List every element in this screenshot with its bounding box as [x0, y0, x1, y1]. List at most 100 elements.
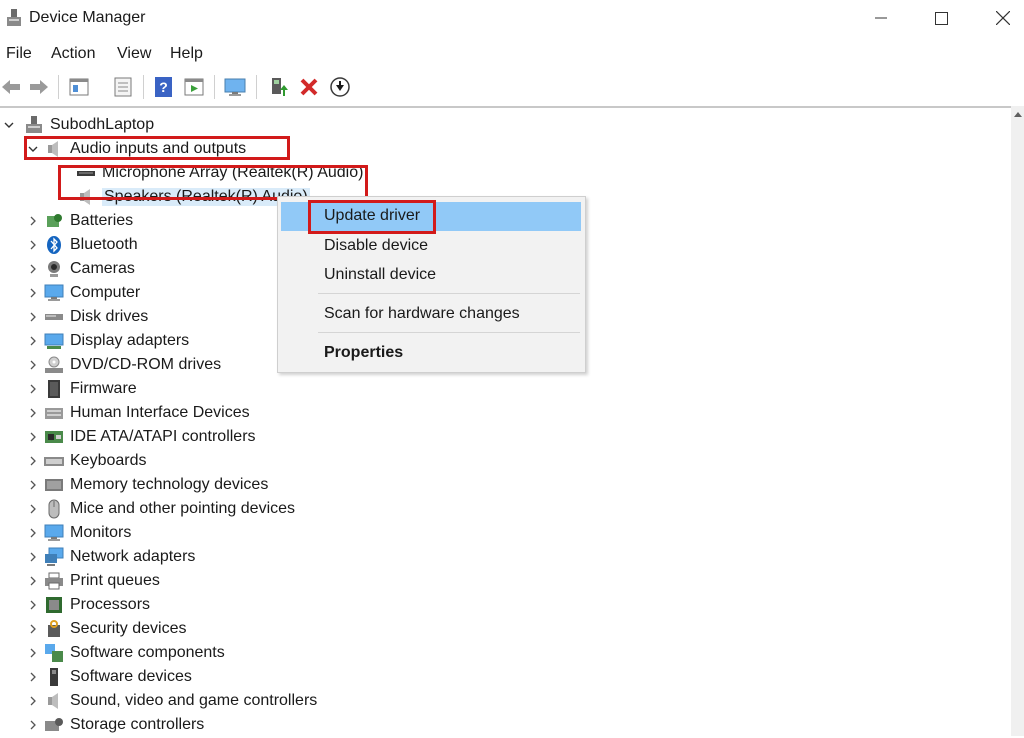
menu-file[interactable]: File	[6, 45, 32, 63]
menu-help[interactable]: Help	[170, 45, 203, 63]
tree-item-cameras[interactable]: Cameras	[26, 257, 135, 281]
tree-item-software-components[interactable]: Software components	[26, 641, 225, 665]
tree-item-human-interface-devices[interactable]: Human Interface Devices	[26, 401, 250, 425]
category-label: Human Interface Devices	[70, 404, 250, 421]
tree-item-bluetooth[interactable]: Bluetooth	[26, 233, 138, 257]
tree-item-monitors[interactable]: Monitors	[26, 521, 131, 545]
display-adapter-icon	[44, 333, 64, 349]
category-label: Bluetooth	[70, 236, 138, 253]
dvd-drive-icon	[45, 356, 63, 373]
toolbar: ?	[0, 70, 1024, 104]
close-button[interactable]	[972, 0, 1024, 36]
toolbar-separator	[143, 75, 144, 99]
chevron-right-icon[interactable]	[26, 233, 40, 257]
tree-item-security-devices[interactable]: Security devices	[26, 617, 187, 641]
chevron-right-icon[interactable]	[26, 593, 40, 617]
update-driver-icon[interactable]	[268, 76, 290, 98]
menu-item-properties[interactable]: Properties	[278, 339, 583, 368]
chevron-right-icon[interactable]	[26, 665, 40, 689]
speaker-icon	[48, 693, 58, 709]
category-label: Storage controllers	[70, 716, 205, 733]
tree-item-ide-ata-atapi-controllers[interactable]: IDE ATA/ATAPI controllers	[26, 425, 256, 449]
camera-icon	[48, 261, 60, 277]
show-hide-tree-icon[interactable]	[112, 76, 134, 98]
menu-action[interactable]: Action	[51, 45, 95, 63]
toolbar-separator	[256, 75, 257, 99]
menu-view[interactable]: View	[117, 45, 151, 63]
software-component-icon	[45, 644, 63, 662]
chevron-right-icon[interactable]	[26, 209, 40, 233]
chevron-right-icon[interactable]	[26, 521, 40, 545]
menu-item-label: Disable device	[324, 237, 429, 254]
chevron-right-icon[interactable]	[26, 353, 40, 377]
tree-item-network-adapters[interactable]: Network adapters	[26, 545, 195, 569]
monitor-icon	[44, 524, 64, 541]
tree-item-dvd-cd-rom-drives[interactable]: DVD/CD-ROM drives	[26, 353, 221, 377]
mouse-icon	[48, 499, 60, 519]
properties-icon[interactable]	[68, 76, 90, 98]
annotation-box-update-driver	[308, 200, 436, 234]
tree-item-software-devices[interactable]: Software devices	[26, 665, 192, 689]
tree-root[interactable]: SubodhLaptop	[2, 113, 154, 137]
category-label: Software components	[70, 644, 225, 661]
chevron-right-icon[interactable]	[26, 689, 40, 713]
action-pane-icon[interactable]	[183, 76, 205, 98]
category-label: Mice and other pointing devices	[70, 500, 296, 517]
help-icon[interactable]: ?	[153, 76, 175, 98]
tree-item-disk-drives[interactable]: Disk drives	[26, 305, 148, 329]
chevron-right-icon[interactable]	[26, 497, 40, 521]
category-label: Keyboards	[70, 452, 147, 469]
chevron-right-icon[interactable]	[26, 305, 40, 329]
category-label: Computer	[70, 284, 141, 301]
tree-item-processors[interactable]: Processors	[26, 593, 150, 617]
chevron-right-icon[interactable]	[26, 473, 40, 497]
chevron-right-icon[interactable]	[26, 257, 40, 281]
category-label: IDE ATA/ATAPI controllers	[70, 428, 256, 445]
chevron-right-icon[interactable]	[26, 449, 40, 473]
vertical-scrollbar[interactable]	[1011, 106, 1024, 736]
tree-item-print-queues[interactable]: Print queues	[26, 569, 160, 593]
menu-item-label: Scan for hardware changes	[324, 305, 520, 322]
chevron-right-icon[interactable]	[26, 425, 40, 449]
chevron-right-icon[interactable]	[26, 401, 40, 425]
annotation-box-audio-category	[24, 136, 290, 160]
software-device-icon	[50, 668, 58, 686]
menu-item-label: Uninstall device	[324, 266, 437, 283]
tree-item-computer[interactable]: Computer	[26, 281, 140, 305]
chevron-right-icon[interactable]	[26, 281, 40, 305]
tree-item-mice-pointing-devices[interactable]: Mice and other pointing devices	[26, 497, 295, 521]
download-icon[interactable]	[329, 76, 351, 98]
battery-icon	[47, 214, 62, 227]
tree-item-batteries[interactable]: Batteries	[26, 209, 133, 233]
chevron-right-icon[interactable]	[26, 377, 40, 401]
menu-item-disable-device[interactable]: Disable device	[278, 232, 583, 261]
category-label: Memory technology devices	[70, 476, 269, 493]
chevron-right-icon[interactable]	[26, 545, 40, 569]
menu-item-scan-hardware[interactable]: Scan for hardware changes	[278, 300, 583, 329]
monitor-icon	[44, 284, 64, 301]
tree-item-firmware[interactable]: Firmware	[26, 377, 137, 401]
chevron-right-icon[interactable]	[26, 641, 40, 665]
forward-icon[interactable]	[28, 76, 50, 98]
tree-item-storage-controllers[interactable]: Storage controllers	[26, 713, 204, 737]
category-label: Sound, video and game controllers	[70, 692, 318, 709]
menu-separator	[318, 332, 580, 333]
scroll-up-icon[interactable]	[1014, 112, 1022, 117]
tree-item-memory-technology-devices[interactable]: Memory technology devices	[26, 473, 268, 497]
chevron-down-icon[interactable]	[2, 113, 16, 137]
keyboard-icon	[44, 457, 64, 466]
monitor-icon[interactable]	[224, 76, 246, 98]
uninstall-icon[interactable]	[298, 76, 320, 98]
chevron-right-icon[interactable]	[26, 617, 40, 641]
maximize-button[interactable]	[910, 0, 972, 36]
chevron-right-icon[interactable]	[26, 713, 40, 737]
close-icon	[996, 11, 1010, 25]
tree-item-display-adapters[interactable]: Display adapters	[26, 329, 189, 353]
tree-item-keyboards[interactable]: Keyboards	[26, 449, 147, 473]
back-icon[interactable]	[0, 76, 22, 98]
menu-item-uninstall-device[interactable]: Uninstall device	[278, 261, 583, 290]
chevron-right-icon[interactable]	[26, 329, 40, 353]
minimize-button[interactable]	[850, 0, 912, 36]
tree-item-sound-video-game-controllers[interactable]: Sound, video and game controllers	[26, 689, 317, 713]
chevron-right-icon[interactable]	[26, 569, 40, 593]
